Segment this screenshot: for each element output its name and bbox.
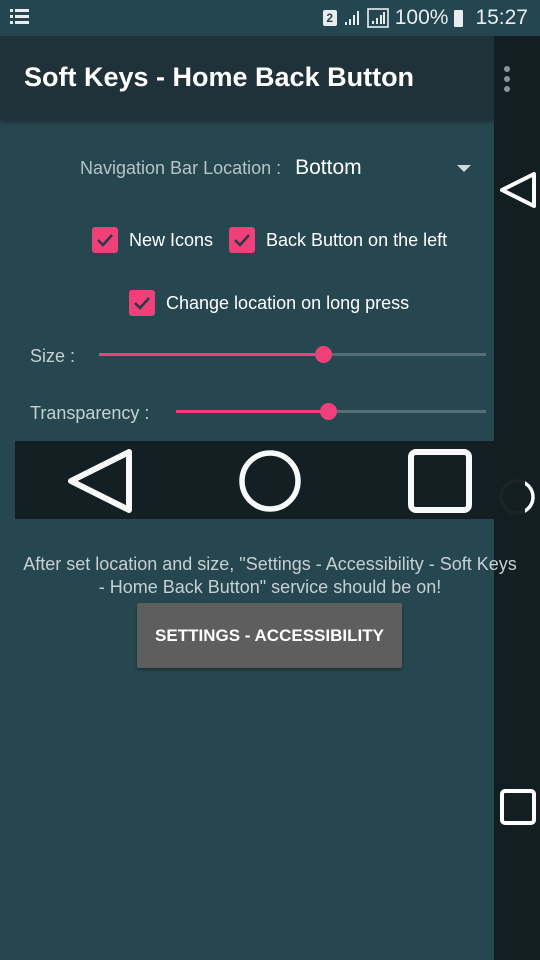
clock: 15:27 — [475, 6, 528, 29]
side-back-icon[interactable] — [498, 170, 538, 210]
checkbox-checked-icon[interactable] — [92, 227, 118, 253]
signal-icon — [344, 11, 359, 25]
settings-accessibility-button[interactable]: SETTINGS - ACCESSIBILITY — [137, 603, 402, 668]
home-icon[interactable] — [237, 448, 303, 514]
checkbox-label: Change location on long press — [166, 292, 410, 313]
slider-fill — [99, 353, 324, 356]
notification-list-icon — [10, 8, 30, 31]
checkbox-label: New Icons — [129, 229, 214, 250]
dropdown-arrow-icon[interactable] — [456, 164, 471, 172]
slider-thumb[interactable] — [315, 346, 333, 363]
checkbox-checked-icon[interactable] — [129, 290, 155, 316]
app-title: Soft Keys - Home Back Button — [24, 62, 415, 92]
slider-fill — [176, 410, 328, 413]
signal-boxed-icon — [366, 8, 389, 28]
location-label: Navigation Bar Location : — [80, 157, 282, 178]
transparency-slider[interactable] — [176, 402, 486, 422]
checkbox-checked-icon[interactable] — [229, 227, 255, 253]
size-label: Size : — [30, 346, 76, 366]
back-icon[interactable] — [65, 448, 135, 514]
location-selector[interactable]: Navigation Bar Location : Bottom — [80, 156, 471, 180]
info-text: After set location and size, "Settings -… — [23, 554, 517, 597]
side-recents-icon[interactable] — [498, 787, 538, 827]
navigation-bar-preview — [15, 441, 525, 519]
battery-percent: 100% — [394, 6, 449, 29]
transparency-label: Transparency : — [30, 403, 150, 423]
checkbox-label: Back Button on the left — [266, 229, 448, 250]
checkbox-long-press[interactable]: Change location on long press — [129, 290, 409, 316]
checkbox-back-button-left[interactable]: Back Button on the left — [229, 227, 447, 253]
battery-icon — [454, 9, 464, 27]
app-bar: Soft Keys - Home Back Button — [0, 36, 494, 120]
location-value[interactable]: Bottom — [295, 156, 362, 180]
sim-card-icon: 2 — [322, 10, 337, 26]
checkbox-new-icons[interactable]: New Icons — [92, 227, 213, 253]
more-vert-icon[interactable] — [502, 66, 512, 92]
status-bar: 2 100% 15:27 — [0, 0, 540, 36]
recents-icon[interactable] — [407, 448, 473, 514]
size-slider[interactable] — [99, 345, 486, 365]
slider-thumb[interactable] — [319, 403, 337, 420]
